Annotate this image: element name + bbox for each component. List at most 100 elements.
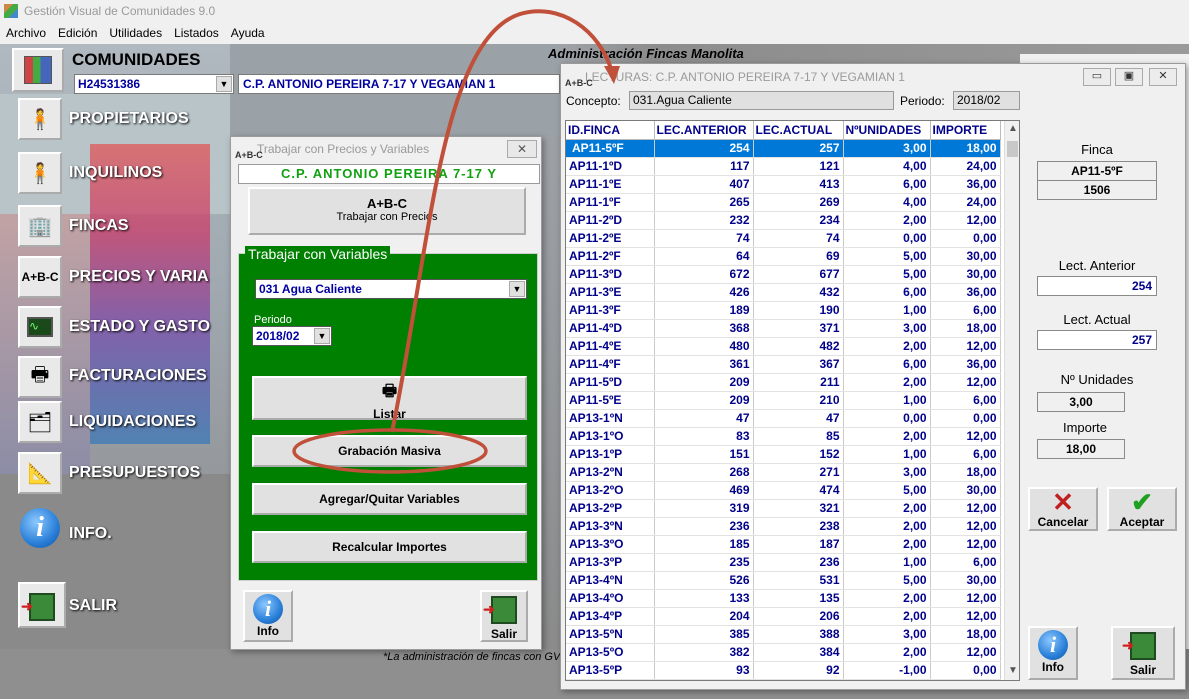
prev-reading-input[interactable]: 254 [1037,276,1157,296]
mass-record-button[interactable]: Grabación Masiva [252,435,527,467]
table-row[interactable]: AP13-2ºO 469 474 5,00 30,00 [566,481,1001,500]
chevron-down-icon[interactable]: ▼ [314,328,330,344]
sidebar-label-estado[interactable]: ESTADO Y GASTO [69,318,210,336]
table-row[interactable]: AP11-2ºF 64 69 5,00 30,00 [566,247,1001,266]
close-button[interactable]: ✕ [1149,68,1177,86]
column-header[interactable]: ID.FINCA [566,121,655,140]
table-cell: AP13-4ºO [566,589,655,608]
work-prices-button[interactable]: A+B-C Trabajar con Precios [248,187,526,235]
column-header[interactable]: NºUNIDADES [843,121,931,140]
table-row[interactable]: AP11-5ºD 209 211 2,00 12,00 [566,373,1001,392]
column-header[interactable]: LEC.ACTUAL [753,121,844,140]
table-row[interactable]: AP13-3ºN 236 238 2,00 12,00 [566,517,1001,536]
prices-variables-dialog: A+B-C Trabajar con Precios y Variables ✕… [230,136,542,650]
table-row[interactable]: AP13-1ºN 47 47 0,00 0,00 [566,409,1001,428]
prices-button[interactable]: A+B-C [18,256,62,298]
readings-exit-button[interactable]: Salir [1111,626,1175,680]
sidebar-label-presupuestos[interactable]: PRESUPUESTOS [69,464,200,482]
table-row[interactable]: AP11-5ºF 254 257 3,00 18,00 [566,139,1001,158]
list-button[interactable]: 🖶 Listar [252,376,527,421]
curr-reading-input[interactable]: 257 [1037,330,1157,350]
table-row[interactable]: AP13-1ºO 83 85 2,00 12,00 [566,427,1001,446]
table-row[interactable]: AP13-1ºP 151 152 1,00 6,00 [566,445,1001,464]
readings-grid[interactable]: ID.FINCA LEC.ANTERIOR LEC.ACTUAL NºUNIDA… [565,120,1020,681]
sidebar-label-facturaciones[interactable]: FACTURACIONES [69,367,207,385]
table-cell: AP11-5ºE [566,391,655,410]
scroll-up-icon[interactable]: ▲ [1008,123,1018,134]
table-cell: 2,00 [843,607,931,626]
status-button[interactable]: ∿ [18,306,62,348]
table-row[interactable]: AP11-4ºD 368 371 3,00 18,00 [566,319,1001,338]
info-button[interactable]: i [20,506,62,548]
table-row[interactable]: AP11-3ºD 672 677 5,00 30,00 [566,265,1001,284]
settlements-button[interactable]: 🗂 [18,401,62,443]
scroll-thumb[interactable] [1007,141,1018,157]
table-row[interactable]: AP11-1ºD 117 121 4,00 24,00 [566,157,1001,176]
maximize-button[interactable]: ▣ [1115,68,1143,86]
table-row[interactable]: AP13-3ºO 185 187 2,00 12,00 [566,535,1001,554]
menu-archivo[interactable]: Archivo [0,22,52,44]
sidebar-label-inquilinos[interactable]: INQUILINOS [69,164,162,182]
sidebar-label-propietarios[interactable]: PROPIETARIOS [69,110,189,128]
table-cell: 2,00 [843,337,931,356]
table-row[interactable]: AP13-5ºN 385 388 3,00 18,00 [566,625,1001,644]
sidebar-label-salir[interactable]: SALIR [69,597,117,615]
table-row[interactable]: AP13-4ºP 204 206 2,00 12,00 [566,607,1001,626]
table-row[interactable]: AP11-5ºE 209 210 1,00 6,00 [566,391,1001,410]
chevron-down-icon[interactable]: ▼ [509,281,525,297]
table-cell: 18,00 [930,625,1001,644]
table-row[interactable]: AP13-5ºO 382 384 2,00 12,00 [566,643,1001,662]
scroll-down-icon[interactable]: ▼ [1008,665,1018,676]
table-cell: 12,00 [930,427,1001,446]
exit-button[interactable] [18,582,66,628]
recalculate-amounts-button[interactable]: Recalcular Importes [252,531,527,563]
table-row[interactable]: AP13-4ºO 133 135 2,00 12,00 [566,589,1001,608]
column-header[interactable]: IMPORTE [930,121,1001,140]
owners-button[interactable]: 🧍 [18,98,62,140]
properties-button[interactable]: 🏢 [18,205,62,247]
chevron-down-icon[interactable]: ▼ [216,76,232,92]
dialog-exit-button[interactable]: Salir [480,590,528,642]
table-row[interactable]: AP11-4ºE 480 482 2,00 12,00 [566,337,1001,356]
table-row[interactable]: AP11-2ºE 74 74 0,00 0,00 [566,229,1001,248]
sidebar-label-info[interactable]: INFO. [69,525,112,543]
budgets-button[interactable]: 📐 [18,452,62,494]
close-button[interactable]: ✕ [507,140,537,158]
add-remove-variables-button[interactable]: Agregar/Quitar Variables [252,483,527,515]
table-row[interactable]: AP11-4ºF 361 367 6,00 36,00 [566,355,1001,374]
dialog-info-button[interactable]: i Info [243,590,293,642]
concept-select[interactable]: 031 Agua Caliente ▼ [255,279,527,299]
sidebar-label-precios[interactable]: PRECIOS Y VARIA [69,268,209,286]
table-row[interactable]: AP13-5ºP 93 92 -1,00 0,00 [566,661,1001,680]
vertical-scrollbar[interactable]: ▲ ▼ [1004,121,1019,680]
menu-edicion[interactable]: Edición [52,22,103,44]
period-select[interactable]: 2018/02 ▼ [252,326,332,346]
minimize-button[interactable]: ▭ [1083,68,1111,86]
sidebar-label-liquidaciones[interactable]: LIQUIDACIONES [69,413,196,431]
tenants-button[interactable]: 🧍 [18,152,62,194]
table-cell: 64 [654,247,754,266]
table-cell: 12,00 [930,373,1001,392]
community-code-select[interactable]: H24531386 ▼ [74,74,234,94]
table-row[interactable]: AP11-3ºF 189 190 1,00 6,00 [566,301,1001,320]
table-row[interactable]: AP13-3ºP 235 236 1,00 6,00 [566,553,1001,572]
table-row[interactable]: AP11-2ºD 232 234 2,00 12,00 [566,211,1001,230]
sidebar-label-fincas[interactable]: FINCAS [69,217,129,235]
accept-button[interactable]: ✔ Aceptar [1107,487,1177,531]
cancel-button[interactable]: ✕ Cancelar [1028,487,1098,531]
menu-ayuda[interactable]: Ayuda [225,22,271,44]
table-row[interactable]: AP13-2ºP 319 321 2,00 12,00 [566,499,1001,518]
table-row[interactable]: AP11-1ºE 407 413 6,00 36,00 [566,175,1001,194]
readings-info-button[interactable]: i Info [1028,626,1078,680]
table-cell: 30,00 [930,265,1001,284]
table-row[interactable]: AP13-4ºN 526 531 5,00 30,00 [566,571,1001,590]
menu-utilidades[interactable]: Utilidades [103,22,168,44]
section-title: COMUNIDADES [72,50,201,69]
billing-button[interactable]: 🖶 [18,356,62,398]
column-header[interactable]: LEC.ANTERIOR [654,121,754,140]
menu-listados[interactable]: Listados [168,22,225,44]
communities-logo-button[interactable] [12,48,64,92]
table-row[interactable]: AP13-2ºN 268 271 3,00 18,00 [566,463,1001,482]
table-row[interactable]: AP11-1ºF 265 269 4,00 24,00 [566,193,1001,212]
table-row[interactable]: AP11-3ºE 426 432 6,00 36,00 [566,283,1001,302]
